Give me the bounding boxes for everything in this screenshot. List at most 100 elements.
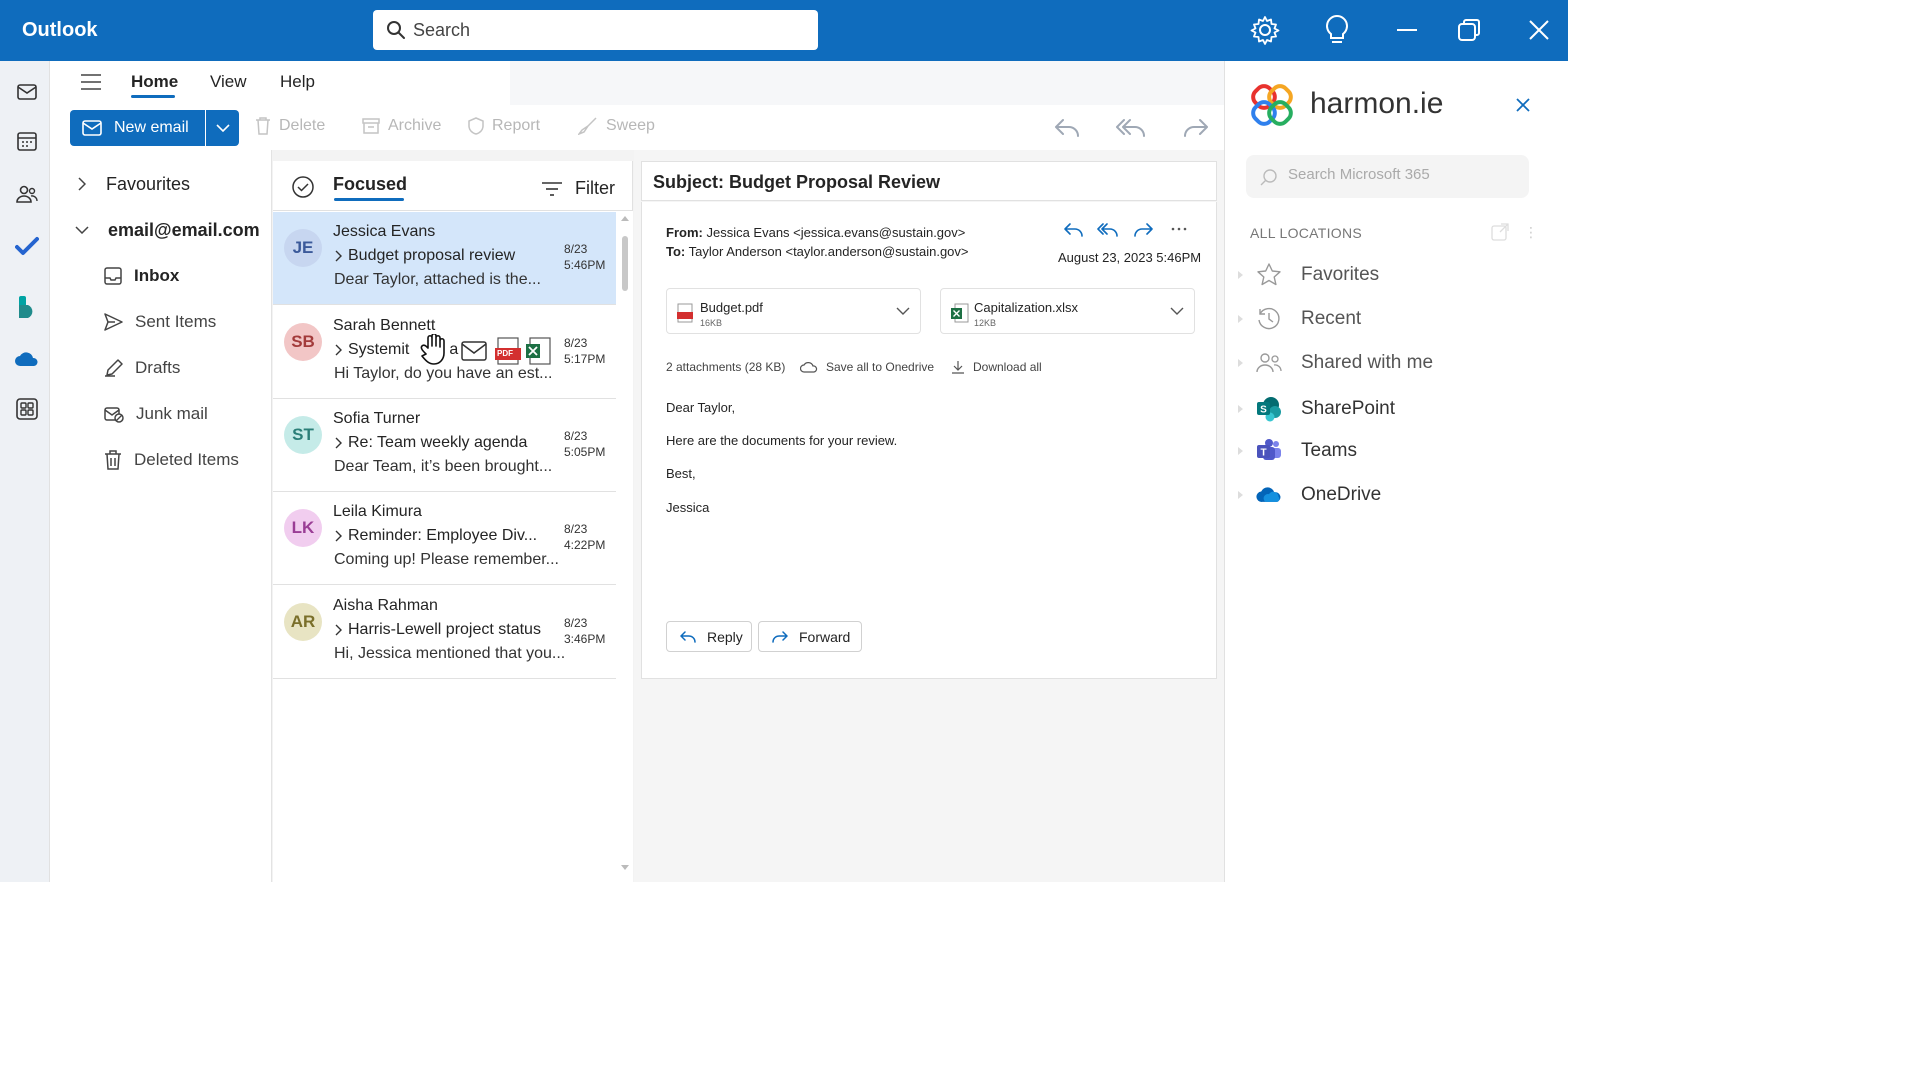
expand-arrow-icon [1238, 447, 1243, 455]
broom-icon [578, 117, 598, 135]
select-all-checkbox[interactable] [291, 175, 315, 199]
avatar: SB [284, 323, 322, 361]
delete-button[interactable]: Delete [255, 117, 325, 135]
mail-icon[interactable] [13, 78, 41, 106]
save-all-label: Save all to Onedrive [826, 360, 935, 374]
message-date: 8/23 5:46PM [564, 241, 605, 273]
chevron-right-icon [335, 250, 342, 262]
tab-help[interactable]: Help [280, 72, 315, 92]
favourites-header[interactable]: Favourites [106, 174, 190, 195]
reading-subject: Subject: Budget Proposal Review [653, 172, 941, 192]
onedrive-icon [1256, 482, 1282, 508]
forward-icon[interactable] [1182, 116, 1210, 142]
tab-view[interactable]: View [210, 72, 247, 92]
list-item[interactable]: JE Jessica Evans Budget proposal review … [273, 212, 616, 305]
expand-arrow-icon [1238, 359, 1243, 367]
search-box[interactable] [373, 10, 818, 50]
message-subject-text: Budget proposal review [348, 247, 516, 264]
message-date-day: 8/23 [564, 616, 588, 630]
reply-button[interactable]: Reply [666, 621, 752, 652]
report-label: Report [492, 117, 541, 134]
chevron-down-icon[interactable] [1170, 307, 1184, 315]
hamburger-icon[interactable] [80, 73, 102, 91]
new-email-dropdown[interactable] [206, 110, 239, 146]
harmonie-item-onedrive[interactable]: OneDrive [1238, 482, 1381, 508]
message-subject: Re: Team weekly agenda [335, 434, 527, 452]
reply-all-icon[interactable] [1115, 116, 1145, 142]
onedrive-icon[interactable] [13, 345, 41, 373]
report-button[interactable]: Report [468, 117, 540, 135]
sweep-button[interactable]: Sweep [578, 117, 655, 135]
todo-icon[interactable] [13, 232, 41, 260]
restore-icon[interactable] [1452, 13, 1486, 47]
message-preview: Hi, Jessica mentioned that you... [334, 645, 566, 662]
harmonie-item-favorites[interactable]: Favorites [1238, 262, 1379, 288]
new-email-button[interactable]: New email [70, 110, 205, 146]
harmonie-search-input[interactable] [1288, 166, 1518, 183]
harmonie-item-sharepoint[interactable]: S SharePoint [1238, 396, 1395, 422]
harmonie-item-recent[interactable]: Recent [1238, 306, 1361, 332]
folder-inbox[interactable]: Inbox [104, 266, 179, 286]
folder-label: Sent Items [135, 312, 217, 331]
harmonie-item-shared-with-me[interactable]: Shared with me [1238, 350, 1433, 376]
scrollbar[interactable] [616, 211, 633, 882]
download-all-button[interactable]: Download all [951, 360, 1042, 374]
calendar-icon[interactable] [13, 127, 41, 155]
open-external-icon[interactable] [1491, 223, 1509, 241]
save-all-onedrive-button[interactable]: Save all to Onedrive [800, 360, 934, 374]
list-item[interactable]: AR Aisha Rahman Harris-Lewell project st… [273, 586, 616, 679]
message-date-day: 8/23 [564, 336, 588, 350]
scroll-down-icon[interactable] [621, 865, 629, 870]
more-vertical-icon[interactable]: ⋮ [1524, 224, 1538, 241]
junk-icon [104, 405, 124, 423]
harmonie-item-teams[interactable]: T Teams [1238, 438, 1357, 464]
bookings-icon[interactable] [13, 293, 41, 321]
chevron-down-icon[interactable] [75, 226, 89, 234]
folder-junk-mail[interactable]: Junk mail [104, 404, 208, 424]
forward-icon[interactable] [1133, 221, 1155, 239]
scrollbar-thumb[interactable] [622, 236, 628, 291]
message-subject-text: Re: Team weekly agenda [348, 434, 528, 451]
close-icon[interactable] [1522, 13, 1556, 47]
apps-icon[interactable] [13, 395, 41, 423]
reply-icon[interactable] [1053, 116, 1081, 142]
search-input[interactable] [413, 17, 803, 43]
tab-home[interactable]: Home [131, 72, 178, 92]
reply-label: Reply [707, 628, 743, 645]
message-subject-text: Systemit [348, 341, 410, 358]
message-date: 8/23 5:05PM [564, 428, 605, 460]
message-subject: Budget proposal review [335, 247, 515, 265]
attachment-card[interactable]: Budget.pdf 16KB [666, 288, 921, 334]
search-icon [386, 20, 406, 40]
gear-icon[interactable] [1248, 13, 1282, 47]
people-icon[interactable] [13, 180, 41, 208]
list-item[interactable]: LK Leila Kimura Reminder: Employee Div..… [273, 492, 616, 585]
avatar: LK [284, 509, 322, 547]
close-icon[interactable] [1515, 97, 1531, 113]
tab-focused[interactable]: Focused [333, 174, 407, 195]
harmonie-item-label: Teams [1301, 440, 1357, 461]
folder-deleted-items[interactable]: Deleted Items [104, 450, 239, 470]
filter-button[interactable]: Filter [541, 178, 615, 199]
folder-label: Drafts [135, 358, 181, 377]
message-sender: Sarah Bennett [333, 317, 436, 334]
folder-drafts[interactable]: Drafts [104, 358, 180, 378]
more-options-icon[interactable] [1170, 221, 1192, 239]
account-header[interactable]: email@email.com [108, 220, 260, 241]
attachment-card[interactable]: Capitalization.xlsx 12KB [940, 288, 1195, 334]
folder-sent-items[interactable]: Sent Items [104, 312, 216, 332]
chevron-right-icon[interactable] [78, 177, 86, 191]
lightbulb-icon[interactable] [1320, 13, 1354, 47]
message-sender: Aisha Rahman [333, 597, 438, 614]
harmonie-search-box[interactable] [1246, 155, 1529, 198]
forward-button[interactable]: Forward [758, 621, 862, 652]
list-item[interactable]: ST Sofia Turner Re: Team weekly agenda D… [273, 399, 616, 492]
chevron-down-icon[interactable] [896, 307, 910, 315]
reply-icon[interactable] [1062, 221, 1084, 239]
message-preview: Dear Taylor, attached is the... [334, 271, 541, 288]
reply-all-icon[interactable] [1097, 221, 1119, 239]
sharepoint-icon: S [1256, 396, 1282, 422]
minimize-icon[interactable] [1390, 13, 1424, 47]
archive-button[interactable]: Archive [362, 117, 441, 135]
scroll-up-icon[interactable] [621, 216, 629, 221]
